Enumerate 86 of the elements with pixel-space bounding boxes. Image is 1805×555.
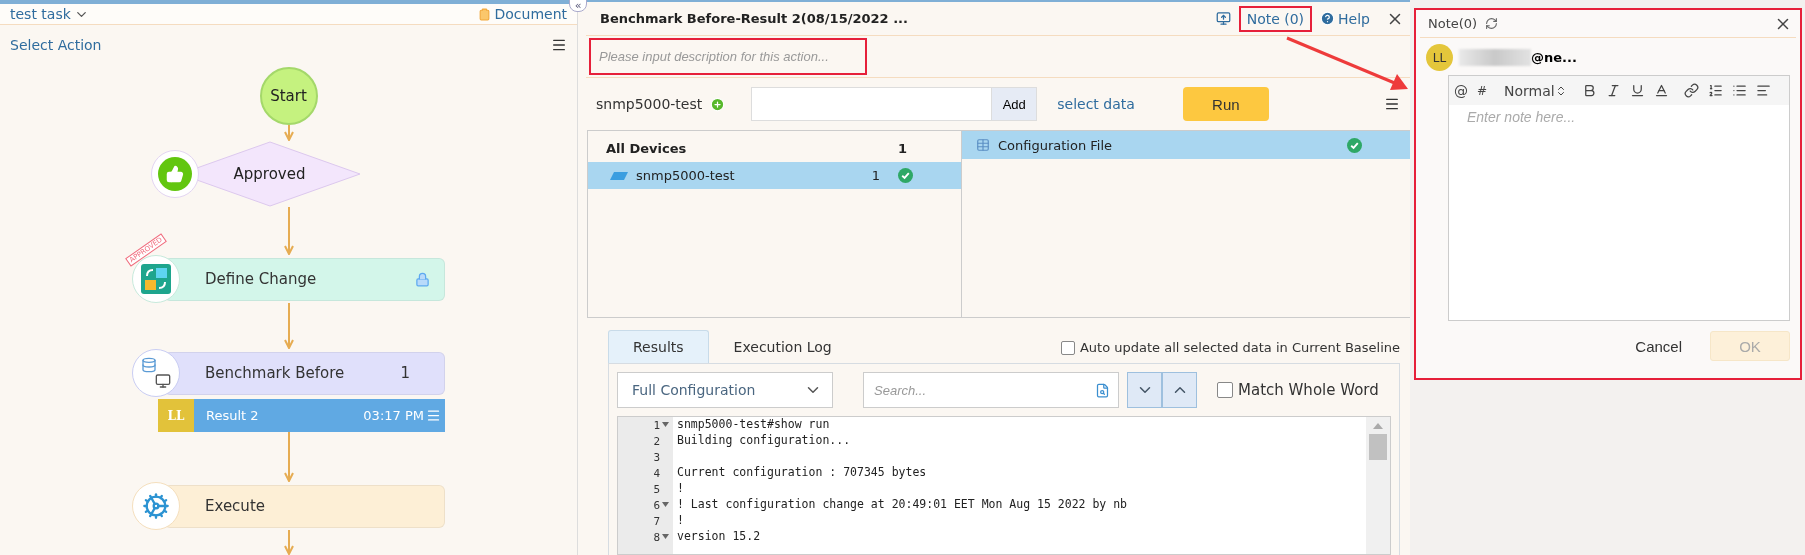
connector-arrow bbox=[283, 303, 294, 349]
text-color-icon[interactable] bbox=[1653, 83, 1669, 98]
align-left-icon[interactable] bbox=[1755, 83, 1771, 98]
mention-button[interactable]: @ bbox=[1454, 82, 1468, 99]
run-button[interactable]: Run bbox=[1182, 87, 1269, 121]
share-icon[interactable] bbox=[1215, 11, 1231, 26]
tab[interactable]: Results bbox=[608, 330, 709, 363]
scroll-thumb[interactable] bbox=[1369, 434, 1387, 460]
result-time: 03:17 PM bbox=[363, 408, 424, 423]
code-line: Current configuration : 707345 bytes bbox=[677, 465, 928, 481]
note-title: Note(0) bbox=[1428, 16, 1478, 31]
line-number: 6 bbox=[618, 497, 673, 513]
tag-button[interactable]: # bbox=[1477, 83, 1488, 98]
line-number: 3 bbox=[652, 449, 661, 465]
line-number: 8 bbox=[618, 529, 673, 545]
user-initials: LL bbox=[158, 399, 194, 432]
swap-squares-icon bbox=[141, 264, 171, 294]
thumbs-up-icon bbox=[165, 165, 184, 183]
gears-icon bbox=[142, 492, 170, 520]
auto-update-checkbox[interactable]: Auto update all selected data in Current Baseline bbox=[1060, 340, 1400, 355]
action-label: Execute bbox=[205, 497, 265, 515]
line-number: 4 bbox=[652, 465, 661, 481]
bullet-list-icon[interactable] bbox=[1731, 83, 1747, 98]
user-avatar: LL bbox=[1426, 44, 1453, 71]
refresh-icon[interactable] bbox=[1485, 17, 1499, 30]
tab[interactable]: Execution Log bbox=[708, 330, 857, 363]
description-field[interactable]: Please input description for this action... bbox=[597, 48, 852, 65]
menu-icon[interactable] bbox=[1384, 96, 1400, 112]
fold-caret-icon[interactable] bbox=[662, 502, 669, 507]
code-line: ! bbox=[677, 513, 685, 529]
user-email: @ne... bbox=[1531, 50, 1577, 65]
table-icon bbox=[976, 138, 990, 152]
connector-arrow bbox=[283, 207, 294, 255]
add-button[interactable]: Add bbox=[991, 88, 1037, 120]
action-count: 1 bbox=[400, 364, 410, 382]
help-icon bbox=[1320, 11, 1336, 26]
redacted-name bbox=[1459, 49, 1531, 66]
start-node: Start bbox=[259, 67, 318, 125]
fold-caret-icon[interactable] bbox=[662, 534, 669, 539]
decision-label: Approved bbox=[233, 165, 306, 183]
database-monitor-icon bbox=[141, 357, 171, 389]
action-label: Benchmark Before bbox=[205, 364, 345, 382]
code-line: Building configuration... bbox=[677, 433, 852, 449]
view-select[interactable]: Full Configuration bbox=[617, 372, 833, 408]
devices-header: All Devices bbox=[606, 141, 687, 156]
action-label: Define Change bbox=[205, 270, 317, 288]
line-number: 7 bbox=[652, 513, 661, 529]
cancel-button[interactable]: Cancel bbox=[1629, 336, 1688, 356]
device-label: snmp5000-test bbox=[596, 96, 703, 112]
search-icon bbox=[1095, 382, 1110, 398]
note-editor[interactable]: @ # Normal Enter note here... bbox=[1448, 75, 1790, 321]
help-link[interactable]: Help bbox=[1320, 10, 1370, 27]
connector-arrow bbox=[283, 432, 294, 482]
line-number: 2 bbox=[652, 433, 661, 449]
device-input[interactable]: Add bbox=[751, 87, 1038, 121]
fold-caret-icon[interactable] bbox=[662, 422, 669, 427]
select-data-link[interactable]: select data bbox=[1057, 96, 1135, 112]
line-number: 5 bbox=[652, 481, 661, 497]
ordered-list-icon[interactable] bbox=[1707, 83, 1723, 98]
task-dropdown[interactable]: test task bbox=[10, 6, 89, 22]
line-number: 1 bbox=[618, 417, 673, 433]
underline-icon[interactable] bbox=[1629, 83, 1645, 98]
match-whole-word-checkbox[interactable]: Match Whole Word bbox=[1217, 381, 1379, 399]
result-label: Result 2 bbox=[206, 408, 259, 423]
clipboard-icon bbox=[478, 7, 492, 21]
collapse-toggle[interactable]: « bbox=[569, 0, 587, 12]
device-icon bbox=[610, 171, 628, 180]
code-line: ! bbox=[677, 481, 685, 497]
link-icon[interactable] bbox=[1683, 83, 1699, 98]
select-action-link[interactable]: Select Action bbox=[10, 37, 102, 53]
menu-icon[interactable] bbox=[551, 37, 567, 53]
data-row[interactable]: Configuration File bbox=[962, 131, 1410, 159]
italic-icon[interactable] bbox=[1605, 83, 1621, 98]
connector-arrow bbox=[283, 530, 294, 555]
description-box[interactable]: Please input description for this action... bbox=[589, 38, 867, 75]
format-select[interactable]: Normal bbox=[1504, 82, 1567, 99]
code-line: version 15.2 bbox=[677, 529, 762, 545]
code-line: ! Last configuration change at 20:49:01 EET Mon Aug 15 2022 by nb bbox=[677, 497, 1129, 513]
note-link[interactable]: Note (0) bbox=[1246, 10, 1305, 27]
device-row[interactable]: snmp5000-test 1 bbox=[588, 162, 961, 189]
search-box[interactable]: Search... bbox=[863, 372, 1119, 408]
code-line: snmp5000-test#show run bbox=[677, 417, 831, 433]
document-link[interactable]: Document bbox=[478, 6, 567, 22]
devices-count: 1 bbox=[897, 141, 907, 156]
connector-arrow bbox=[283, 125, 294, 141]
action-title: Benchmark Before-Result 2(08/15/2022 ... bbox=[600, 11, 908, 26]
